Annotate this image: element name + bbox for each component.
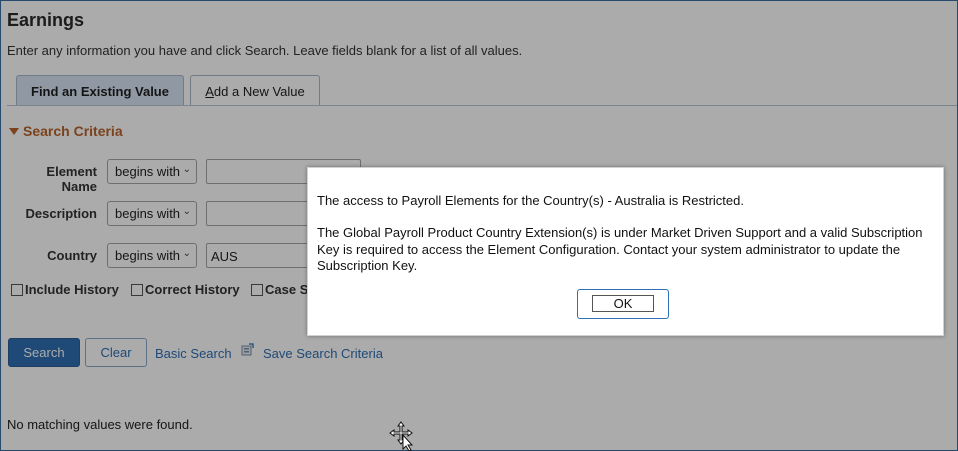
move-cursor-icon xyxy=(389,421,414,451)
restriction-dialog: The access to Payroll Elements for the C… xyxy=(307,167,944,336)
ok-button-label: OK xyxy=(592,295,654,312)
ok-button[interactable]: OK xyxy=(577,289,669,319)
dialog-message-subscription: The Global Payroll Product Country Exten… xyxy=(317,225,923,273)
dialog-message-restricted: The access to Payroll Elements for the C… xyxy=(317,193,744,208)
